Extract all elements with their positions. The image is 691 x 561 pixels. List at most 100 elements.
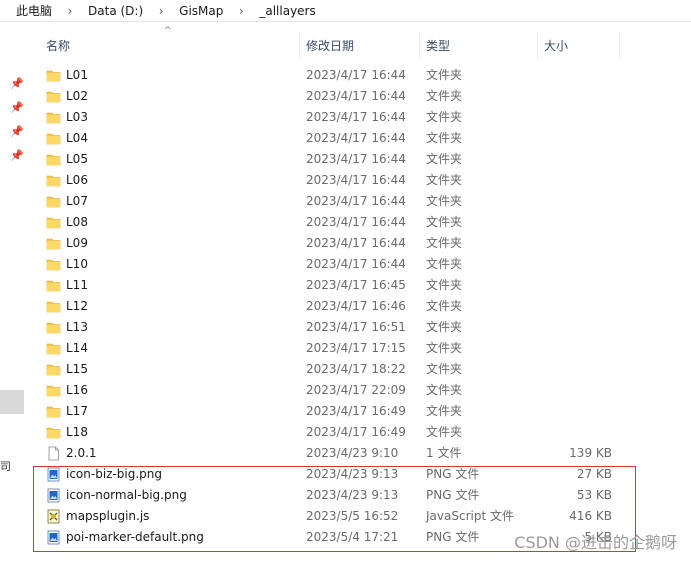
file-name[interactable]: L18 (66, 422, 88, 443)
folder-icon (46, 320, 61, 335)
file-name[interactable]: L17 (66, 401, 88, 422)
folder-icon (46, 152, 61, 167)
breadcrumb-alllayers[interactable]: _alllayers (259, 4, 315, 18)
file-type: 文件夹 (426, 320, 463, 334)
file-row[interactable]: L02 2023/4/17 16:44 文件夹 (40, 86, 620, 107)
breadcrumb-chevron-icon[interactable]: › (66, 4, 74, 18)
file-name[interactable]: 2.0.1 (66, 443, 97, 464)
file-icon (46, 446, 61, 461)
file-name[interactable]: L04 (66, 128, 88, 149)
file-name[interactable]: L12 (66, 296, 88, 317)
file-row[interactable]: L07 2023/4/17 16:44 文件夹 (40, 191, 620, 212)
file-name[interactable]: L10 (66, 254, 88, 275)
column-header-name[interactable]: 名称 (40, 32, 300, 60)
file-modified-date: 2023/4/17 17:15 (306, 341, 406, 355)
file-modified-date: 2023/4/17 16:51 (306, 320, 406, 334)
folder-icon (46, 131, 61, 146)
file-modified-date: 2023/4/17 22:09 (306, 383, 406, 397)
watermark: CSDN @进击的企鹅呀 (514, 533, 677, 552)
js-file-icon (46, 509, 61, 524)
file-name[interactable]: mapsplugin.js (66, 506, 149, 527)
image-file-icon (46, 530, 61, 545)
file-row[interactable]: L09 2023/4/17 16:44 文件夹 (40, 233, 620, 254)
file-name[interactable]: L07 (66, 191, 88, 212)
file-type: 文件夹 (426, 110, 463, 124)
file-name[interactable]: L01 (66, 65, 88, 86)
file-row[interactable]: L05 2023/4/17 16:44 文件夹 (40, 149, 620, 170)
file-name[interactable]: L05 (66, 149, 88, 170)
file-name[interactable]: L02 (66, 86, 88, 107)
file-name[interactable]: L13 (66, 317, 88, 338)
file-modified-date: 2023/4/17 16:45 (306, 278, 406, 292)
file-row[interactable]: mapsplugin.js 2023/5/5 16:52 JavaScript 文件… (40, 506, 620, 527)
file-type: 文件夹 (426, 299, 463, 313)
file-type: 文件夹 (426, 341, 463, 355)
file-type: 文件夹 (426, 404, 463, 418)
file-size: 416 KB (569, 509, 612, 523)
file-row[interactable]: L01 2023/4/17 16:44 文件夹 (40, 65, 620, 86)
file-name[interactable]: icon-normal-big.png (66, 485, 187, 506)
file-size: 27 KB (576, 467, 612, 481)
folder-icon (46, 194, 61, 209)
file-name[interactable]: L08 (66, 212, 88, 233)
file-size: 139 KB (569, 446, 612, 460)
file-type: 文件夹 (426, 257, 463, 271)
file-modified-date: 2023/4/17 18:22 (306, 362, 406, 376)
file-name[interactable]: L16 (66, 380, 88, 401)
file-row[interactable]: L12 2023/4/17 16:46 文件夹 (40, 296, 620, 317)
file-type: 文件夹 (426, 278, 463, 292)
file-row[interactable]: L14 2023/4/17 17:15 文件夹 (40, 338, 620, 359)
breadcrumb-this-pc[interactable]: 此电脑 (16, 2, 52, 19)
file-row[interactable]: L16 2023/4/17 22:09 文件夹 (40, 380, 620, 401)
file-modified-date: 2023/4/23 9:13 (306, 488, 399, 502)
file-type: PNG 文件 (426, 488, 480, 502)
file-row[interactable]: L17 2023/4/17 16:49 文件夹 (40, 401, 620, 422)
breadcrumb: 此电脑 › Data (D:) › GisMap › _alllayers (0, 0, 691, 22)
file-row[interactable]: L08 2023/4/17 16:44 文件夹 (40, 212, 620, 233)
file-row[interactable]: L10 2023/4/17 16:44 文件夹 (40, 254, 620, 275)
file-name[interactable]: L14 (66, 338, 88, 359)
file-name[interactable]: L03 (66, 107, 88, 128)
file-modified-date: 2023/5/4 17:21 (306, 530, 399, 544)
folder-icon (46, 383, 61, 398)
column-header-size[interactable]: 大小 (538, 32, 620, 60)
file-row[interactable]: L18 2023/4/17 16:49 文件夹 (40, 422, 620, 443)
nav-selected-item[interactable] (0, 390, 24, 414)
column-header-type[interactable]: 类型 (420, 32, 538, 60)
folder-icon (46, 89, 61, 104)
file-row[interactable]: L11 2023/4/17 16:45 文件夹 (40, 275, 620, 296)
file-name[interactable]: icon-biz-big.png (66, 464, 162, 485)
file-size: 53 KB (576, 488, 612, 502)
file-modified-date: 2023/4/17 16:44 (306, 68, 406, 82)
file-row[interactable]: icon-normal-big.png 2023/4/23 9:13 PNG 文件 5… (40, 485, 620, 506)
pin-icon[interactable]: 📌 (10, 150, 24, 162)
file-row[interactable]: L06 2023/4/17 16:44 文件夹 (40, 170, 620, 191)
file-name[interactable]: L06 (66, 170, 88, 191)
file-row[interactable]: icon-biz-big.png 2023/4/23 9:13 PNG 文件 27 K… (40, 464, 620, 485)
file-name[interactable]: poi-marker-default.png (66, 527, 204, 548)
file-row[interactable]: L13 2023/4/17 16:51 文件夹 (40, 317, 620, 338)
file-row[interactable]: 2.0.1 2023/4/23 9:10 1 文件 139 KB (40, 443, 620, 464)
pin-icon[interactable]: 📌 (10, 126, 24, 138)
file-row[interactable]: L15 2023/4/17 18:22 文件夹 (40, 359, 620, 380)
file-type: 文件夹 (426, 131, 463, 145)
file-name[interactable]: L11 (66, 275, 88, 296)
breadcrumb-gismap[interactable]: GisMap (179, 4, 223, 18)
folder-icon (46, 278, 61, 293)
file-modified-date: 2023/4/17 16:49 (306, 404, 406, 418)
file-type: JavaScript 文件 (426, 509, 514, 523)
folder-icon (46, 68, 61, 83)
breadcrumb-chevron-icon[interactable]: › (237, 4, 245, 18)
breadcrumb-chevron-icon[interactable]: › (157, 4, 165, 18)
file-row[interactable]: L03 2023/4/17 16:44 文件夹 (40, 107, 620, 128)
pin-icon[interactable]: 📌 (10, 78, 24, 90)
column-header-date[interactable]: 修改日期 (300, 32, 420, 60)
pin-icon[interactable]: 📌 (10, 102, 24, 114)
file-row[interactable]: L04 2023/4/17 16:44 文件夹 (40, 128, 620, 149)
breadcrumb-data-drive[interactable]: Data (D:) (88, 4, 143, 18)
file-type: 文件夹 (426, 425, 463, 439)
nav-item-label[interactable]: 司 (0, 458, 11, 474)
file-name[interactable]: L09 (66, 233, 88, 254)
file-name[interactable]: L15 (66, 359, 88, 380)
file-modified-date: 2023/4/17 16:44 (306, 152, 406, 166)
